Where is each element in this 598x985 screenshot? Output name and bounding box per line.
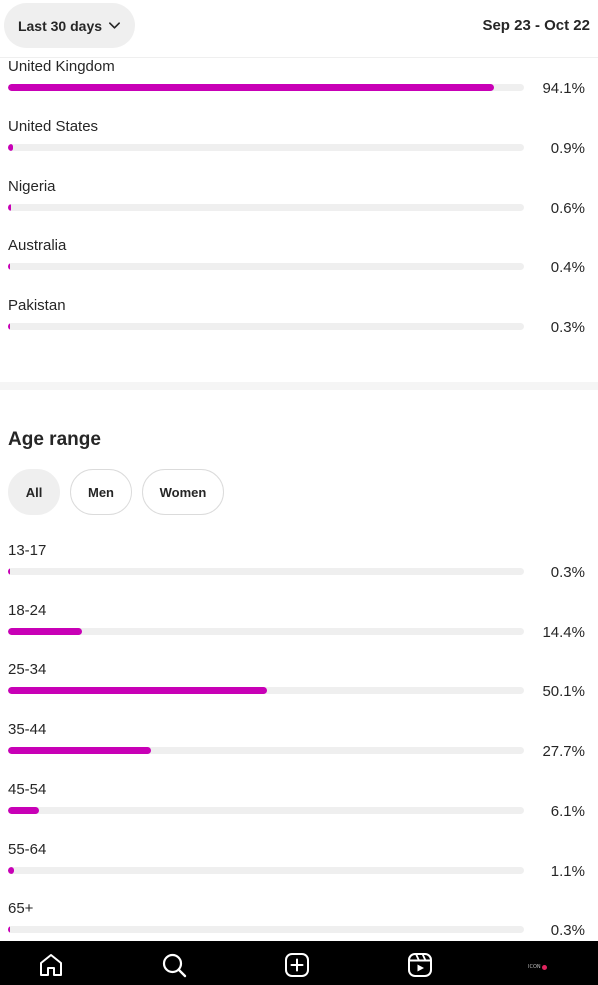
search-icon (162, 953, 187, 978)
age-bar-fill (8, 568, 10, 575)
age-bar-track (8, 807, 524, 814)
age-bar-fill (8, 867, 14, 874)
age-bar-fill (8, 807, 40, 814)
age-percent: 1.1% (550, 863, 585, 880)
home-icon (40, 954, 62, 976)
age-percent: 50.1% (542, 683, 585, 700)
age-bar-track (8, 628, 524, 635)
age-label: 55-64 (8, 841, 47, 858)
country-row: Australia 0.4% (0, 237, 598, 297)
age-row: 35-44 27.7% (0, 721, 598, 781)
age-row: 25-34 50.1% (0, 661, 598, 721)
age-bar-track (8, 747, 524, 754)
age-label: 45-54 (8, 781, 47, 798)
country-bar-track (8, 84, 524, 91)
filter-men-chip[interactable]: Men (70, 469, 132, 515)
filter-women-chip[interactable]: Women (142, 469, 224, 515)
country-bar-track (8, 323, 524, 330)
age-label: 35-44 (8, 721, 47, 738)
country-bar-fill (8, 144, 13, 151)
age-bar-fill (8, 926, 10, 933)
age-bar-fill (8, 747, 151, 754)
profile-tab[interactable]: ICON (528, 962, 556, 972)
section-divider (0, 382, 598, 390)
age-range-title: Age range (8, 429, 101, 450)
age-bar-track (8, 687, 524, 694)
country-label: Nigeria (8, 178, 56, 195)
age-percent: 0.3% (550, 564, 585, 581)
reels-tab[interactable] (405, 950, 435, 980)
country-row: Nigeria 0.6% (0, 178, 598, 238)
search-tab[interactable] (159, 950, 189, 980)
country-label: United Kingdom (8, 58, 115, 75)
date-range-dropdown[interactable]: Last 30 days (4, 3, 135, 48)
age-percent: 6.1% (550, 803, 585, 820)
age-bar-track (8, 568, 524, 575)
country-label: Pakistan (8, 297, 66, 314)
age-label: 13-17 (8, 542, 47, 559)
profile-tab-text: ICON (528, 964, 541, 970)
age-row: 45-54 6.1% (0, 781, 598, 841)
age-bar-track (8, 867, 524, 874)
chevron-down-icon (109, 22, 121, 29)
age-percent: 0.3% (550, 922, 585, 939)
age-percent: 27.7% (542, 743, 585, 760)
country-bar-track (8, 144, 524, 151)
country-label: United States (8, 118, 99, 135)
date-range-text: Sep 23 - Oct 22 (482, 17, 590, 34)
profile-icon (541, 964, 547, 970)
age-label: 18-24 (8, 602, 47, 619)
country-bar-fill (8, 323, 10, 330)
country-bar-track (8, 263, 524, 270)
age-bar-fill (8, 687, 267, 694)
country-percent: 94.1% (542, 80, 585, 97)
country-row: United States 0.9% (0, 118, 598, 178)
age-row: 55-64 1.1% (0, 841, 598, 901)
create-icon (285, 953, 309, 977)
country-row: United Kingdom 94.1% (0, 58, 598, 118)
age-label: 65+ (8, 900, 34, 917)
country-percent: 0.9% (550, 140, 585, 157)
country-bar-fill (8, 204, 12, 211)
country-bar-fill (8, 263, 11, 270)
age-bar-track (8, 926, 524, 933)
bottom-tab-bar: ICON (0, 941, 598, 985)
country-bar-track (8, 204, 524, 211)
insights-header: Last 30 days Sep 23 - Oct 22 (0, 0, 598, 58)
country-percent: 0.4% (550, 259, 585, 276)
age-row: 13-17 0.3% (0, 542, 598, 602)
age-label: 25-34 (8, 661, 47, 678)
age-bar-fill (8, 628, 83, 635)
country-percent: 0.6% (550, 200, 585, 217)
country-label: Australia (8, 237, 67, 254)
country-percent: 0.3% (550, 319, 585, 336)
age-row: 18-24 14.4% (0, 602, 598, 662)
age-percent: 14.4% (542, 624, 585, 641)
home-tab[interactable] (36, 950, 66, 980)
date-range-dropdown-label: Last 30 days (17, 17, 103, 34)
country-bar-fill (8, 84, 494, 91)
country-row: Pakistan 0.3% (0, 297, 598, 357)
reels-icon (408, 953, 432, 977)
filter-all-chip[interactable]: All (8, 469, 60, 515)
create-tab[interactable] (282, 950, 312, 980)
